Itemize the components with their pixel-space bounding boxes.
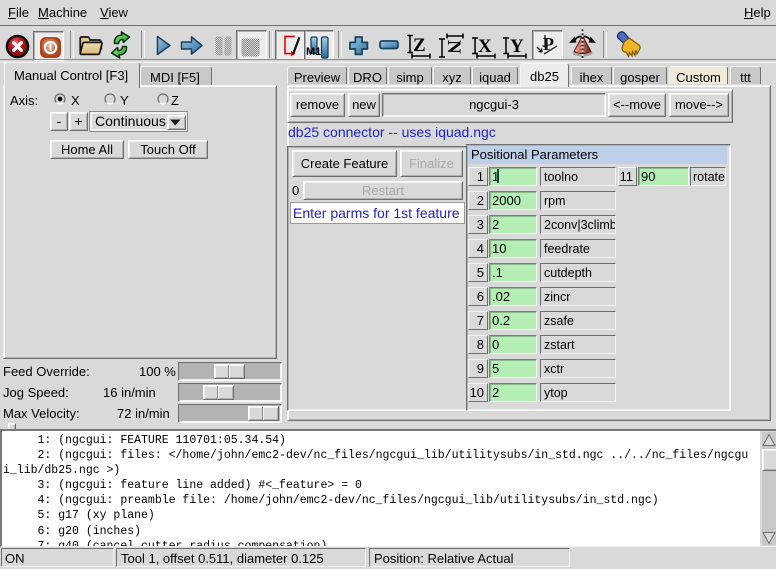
svg-text:Y: Y xyxy=(510,36,524,57)
svg-text:X: X xyxy=(478,36,492,57)
svg-text:Z: Z xyxy=(413,35,426,56)
svg-text:N: N xyxy=(443,40,464,54)
